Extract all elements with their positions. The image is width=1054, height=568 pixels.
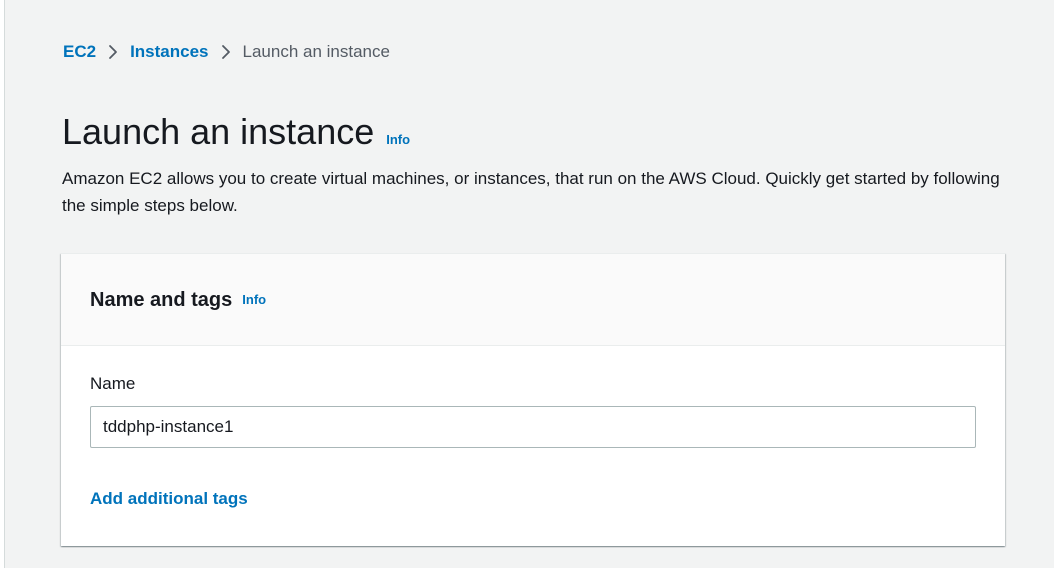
name-input[interactable] — [90, 406, 976, 448]
breadcrumb-ec2-link[interactable]: EC2 — [63, 40, 96, 64]
page-title: Launch an instance — [62, 111, 375, 152]
left-edge-divider — [0, 0, 5, 568]
page-header: Launch an instance Info — [62, 110, 410, 154]
page-info-link[interactable]: Info — [386, 132, 410, 147]
breadcrumb: EC2 Instances Launch an instance — [63, 40, 390, 64]
panel-body: Name Add additional tags — [61, 253, 1005, 546]
breadcrumb-current-page: Launch an instance — [242, 42, 390, 61]
name-field-label: Name — [90, 374, 136, 393]
add-additional-tags-link[interactable]: Add additional tags — [90, 487, 248, 511]
chevron-right-icon — [209, 40, 243, 64]
breadcrumb-instances-link[interactable]: Instances — [130, 40, 208, 64]
page-description: Amazon EC2 allows you to create virtual … — [62, 169, 1000, 215]
chevron-right-icon — [96, 40, 130, 64]
